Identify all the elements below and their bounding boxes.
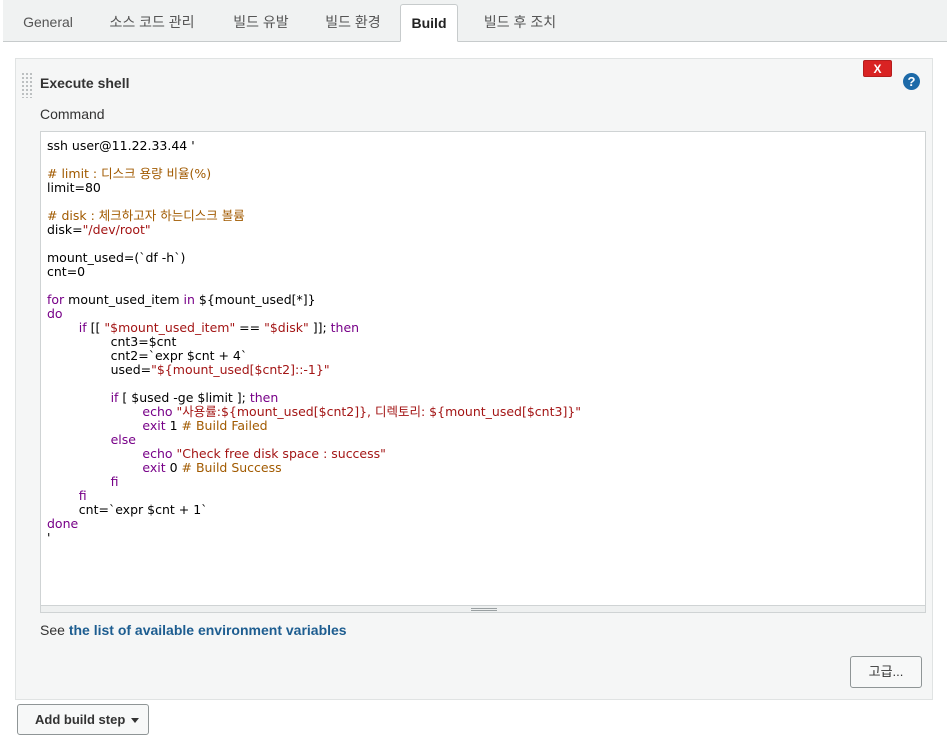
tab-build-environment[interactable]: 빌드 환경 (313, 4, 393, 41)
tab-source-code-management[interactable]: 소스 코드 관리 (96, 4, 208, 41)
tab-post-build-actions[interactable]: 빌드 후 조치 (471, 4, 569, 41)
command-editor[interactable]: ssh user@11.22.33.44 ' # limit : 디스크 용량 … (40, 131, 926, 612)
tab-build-triggers[interactable]: 빌드 유발 (221, 4, 301, 41)
grip-icon (471, 608, 497, 611)
advanced-button[interactable]: 고급... (850, 656, 922, 688)
tab-general[interactable]: General (13, 4, 83, 41)
env-variables-note: See the list of available environment va… (40, 622, 347, 638)
config-tabs: General 소스 코드 관리 빌드 유발 빌드 환경 Build 빌드 후 … (3, 0, 947, 42)
tab-build[interactable]: Build (400, 4, 458, 42)
step-title: Execute shell (40, 75, 130, 91)
add-build-step-button[interactable]: Add build step (17, 704, 149, 735)
command-label: Command (40, 106, 105, 122)
command-code[interactable]: ssh user@11.22.33.44 ' # limit : 디스크 용량 … (47, 139, 581, 545)
env-variables-link[interactable]: the list of available environment variab… (69, 622, 347, 638)
env-prefix: See (40, 622, 69, 638)
add-build-step-label: Add build step (35, 712, 126, 727)
delete-step-button[interactable]: X (863, 60, 892, 77)
drag-handle-icon[interactable] (21, 72, 33, 98)
editor-resize-handle[interactable] (40, 605, 926, 613)
caret-down-icon (131, 718, 140, 724)
help-icon[interactable]: ? (903, 73, 920, 90)
